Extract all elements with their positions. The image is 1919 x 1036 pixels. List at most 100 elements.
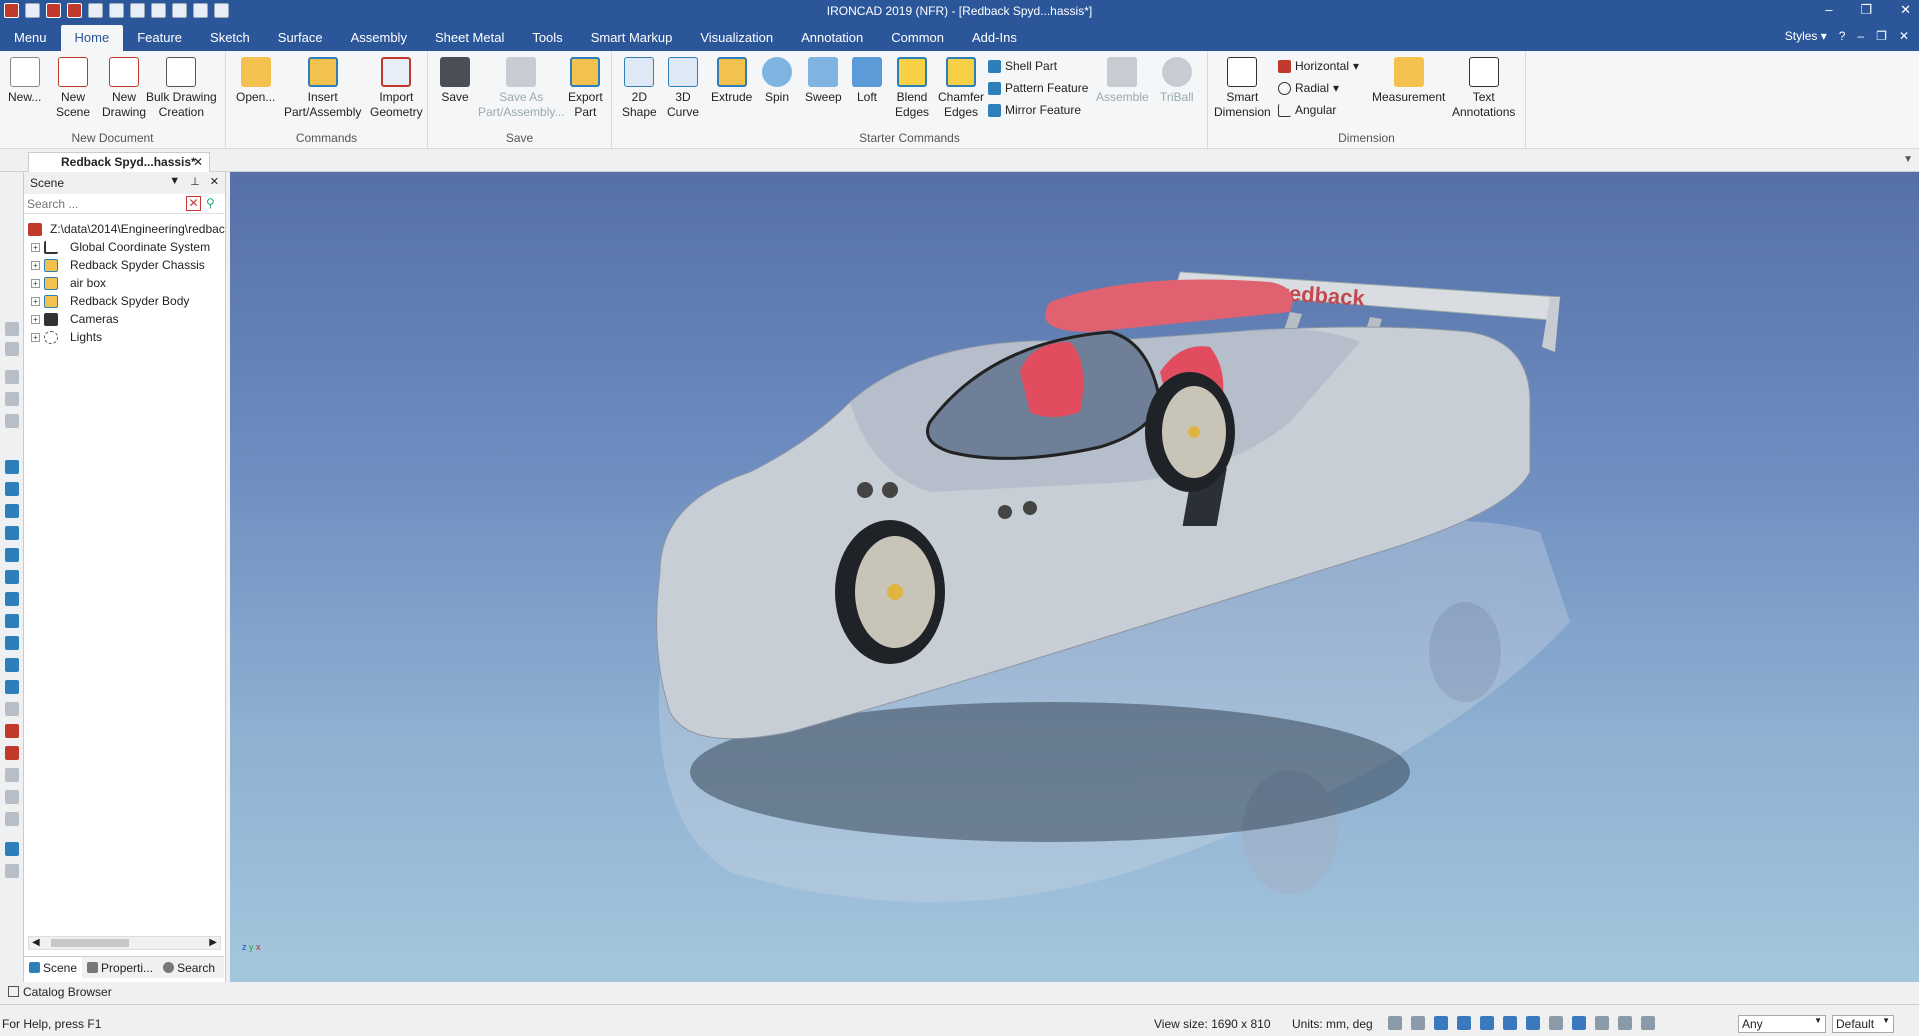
- horizontal-scrollbar[interactable]: ◀ ▶: [28, 936, 221, 950]
- open-button[interactable]: Open...: [236, 57, 275, 105]
- zoom-icon[interactable]: [1388, 1016, 1402, 1030]
- chamfer-edges-button[interactable]: Chamfer Edges: [938, 57, 984, 120]
- save-button[interactable]: Save: [440, 57, 470, 105]
- loft-button[interactable]: Loft: [852, 57, 882, 105]
- tab-annotation[interactable]: Annotation: [787, 25, 877, 51]
- new-drawing-button[interactable]: New Drawing: [102, 57, 146, 120]
- close-tab-icon[interactable]: ✕: [193, 155, 203, 169]
- bulk-drawing-button[interactable]: Bulk Drawing Creation: [146, 57, 217, 120]
- pick-icon[interactable]: [1595, 1016, 1609, 1030]
- catalog-browser-bar[interactable]: Catalog Browser: [0, 982, 1919, 1004]
- tool-icon[interactable]: [5, 864, 19, 878]
- tree-item-global-coordinate-system[interactable]: + Global Coordinate System: [24, 238, 225, 256]
- scene-search-input[interactable]: [24, 195, 184, 213]
- tool-icon[interactable]: [5, 768, 19, 782]
- tool-icon[interactable]: [5, 812, 19, 826]
- selection-filter-dropdown[interactable]: Any ▼: [1738, 1015, 1826, 1033]
- insert-part-button[interactable]: Insert Part/Assembly: [284, 57, 361, 120]
- tab-assembly[interactable]: Assembly: [337, 25, 421, 51]
- tab-visualization[interactable]: Visualization: [686, 25, 787, 51]
- zoom-fit-icon[interactable]: [1411, 1016, 1425, 1030]
- tool-icon[interactable]: [5, 322, 19, 336]
- 2d-shape-button[interactable]: 2D Shape: [622, 57, 657, 120]
- expand-icon[interactable]: +: [31, 279, 40, 288]
- tree-item-body[interactable]: + Redback Spyder Body: [24, 292, 225, 310]
- tab-tools[interactable]: Tools: [518, 25, 576, 51]
- expand-icon[interactable]: +: [31, 315, 40, 324]
- expand-icon[interactable]: +: [31, 261, 40, 270]
- ribbon-minimize-icon[interactable]: –: [1857, 29, 1864, 43]
- tool-icon[interactable]: [5, 392, 19, 406]
- dropdown-icon[interactable]: ▼: [169, 175, 180, 188]
- radial-button[interactable]: Radial ▾: [1278, 79, 1339, 97]
- measurement-button[interactable]: Measurement: [1372, 57, 1445, 105]
- expand-icon[interactable]: +: [31, 243, 40, 252]
- tree-root[interactable]: Z:\data\2014\Engineering\redback: [24, 220, 225, 238]
- tool-icon[interactable]: [5, 658, 19, 672]
- tool-icon[interactable]: [5, 370, 19, 384]
- tab-surface[interactable]: Surface: [264, 25, 337, 51]
- select-icon[interactable]: [1618, 1016, 1632, 1030]
- new-button[interactable]: New...: [8, 57, 41, 105]
- smart-dimension-button[interactable]: Smart Dimension: [1214, 57, 1271, 120]
- tool-icon[interactable]: [5, 482, 19, 496]
- angular-button[interactable]: Angular: [1278, 101, 1336, 119]
- tab-home[interactable]: Home: [60, 25, 124, 51]
- tool-icon[interactable]: [5, 702, 19, 716]
- import-geometry-button[interactable]: Import Geometry: [370, 57, 423, 120]
- styles-dropdown[interactable]: Styles ▾: [1785, 29, 1827, 43]
- section-icon[interactable]: [1549, 1016, 1563, 1030]
- expand-icon[interactable]: +: [31, 333, 40, 342]
- tab-common[interactable]: Common: [877, 25, 958, 51]
- tool-icon[interactable]: [5, 680, 19, 694]
- tab-smart-markup[interactable]: Smart Markup: [577, 25, 687, 51]
- spin-button[interactable]: Spin: [762, 57, 792, 105]
- tab-add-ins[interactable]: Add-Ins: [958, 25, 1031, 51]
- tab-list-chevron-icon[interactable]: ▼: [1903, 154, 1913, 165]
- close-panel-icon[interactable]: ✕: [210, 175, 219, 188]
- export-part-button[interactable]: Export Part: [568, 57, 603, 120]
- ribbon-close-icon[interactable]: ✕: [1899, 29, 1909, 43]
- shell-part-button[interactable]: Shell Part: [988, 57, 1057, 75]
- render-mode-icon[interactable]: [1457, 1016, 1471, 1030]
- minimize-icon[interactable]: –: [1825, 2, 1832, 18]
- expand-icon[interactable]: +: [31, 297, 40, 306]
- assemble-button[interactable]: Assemble: [1096, 57, 1149, 105]
- tab-feature[interactable]: Feature: [123, 25, 196, 51]
- view-icon[interactable]: [1434, 1016, 1448, 1030]
- cursor-icon[interactable]: [1641, 1016, 1655, 1030]
- tool-icon[interactable]: [5, 724, 19, 738]
- orientation-icon[interactable]: [1480, 1016, 1494, 1030]
- tree-item-air-box[interactable]: + air box: [24, 274, 225, 292]
- tool-icon[interactable]: [5, 592, 19, 606]
- tab-sketch[interactable]: Sketch: [196, 25, 264, 51]
- sweep-button[interactable]: Sweep: [805, 57, 842, 105]
- tool-icon[interactable]: [5, 460, 19, 474]
- tree-item-cameras[interactable]: + Cameras: [24, 310, 225, 328]
- tool-icon[interactable]: [5, 746, 19, 760]
- tool-icon[interactable]: [5, 614, 19, 628]
- layer-icon[interactable]: [1572, 1016, 1586, 1030]
- scroll-thumb[interactable]: [51, 939, 129, 947]
- tool-icon[interactable]: [5, 504, 19, 518]
- help-icon[interactable]: ?: [1839, 29, 1846, 43]
- ribbon-restore-icon[interactable]: ❐: [1876, 29, 1887, 43]
- tab-properties[interactable]: Properti...: [82, 957, 158, 978]
- filter-icon[interactable]: ⚲: [206, 196, 221, 211]
- scroll-left-icon[interactable]: ◀: [32, 937, 40, 948]
- tool-icon[interactable]: [5, 570, 19, 584]
- tab-scene[interactable]: Scene: [24, 957, 83, 978]
- text-annotations-button[interactable]: Text Annotations: [1452, 57, 1515, 120]
- tree-item-lights[interactable]: + Lights: [24, 328, 225, 346]
- tree-item-chassis[interactable]: + Redback Spyder Chassis: [24, 256, 225, 274]
- tool-icon[interactable]: [5, 636, 19, 650]
- 3d-curve-button[interactable]: 3D Curve: [667, 57, 699, 120]
- style-dropdown[interactable]: Default ▼: [1832, 1015, 1894, 1033]
- save-as-button[interactable]: Save As Part/Assembly...: [478, 57, 564, 120]
- blend-edges-button[interactable]: Blend Edges: [895, 57, 929, 120]
- 3d-viewport[interactable]: redback z y x: [230, 172, 1919, 982]
- triball-button[interactable]: TriBall: [1160, 57, 1194, 105]
- shading-icon[interactable]: [1503, 1016, 1517, 1030]
- tool-icon[interactable]: [5, 548, 19, 562]
- tab-sheet-metal[interactable]: Sheet Metal: [421, 25, 518, 51]
